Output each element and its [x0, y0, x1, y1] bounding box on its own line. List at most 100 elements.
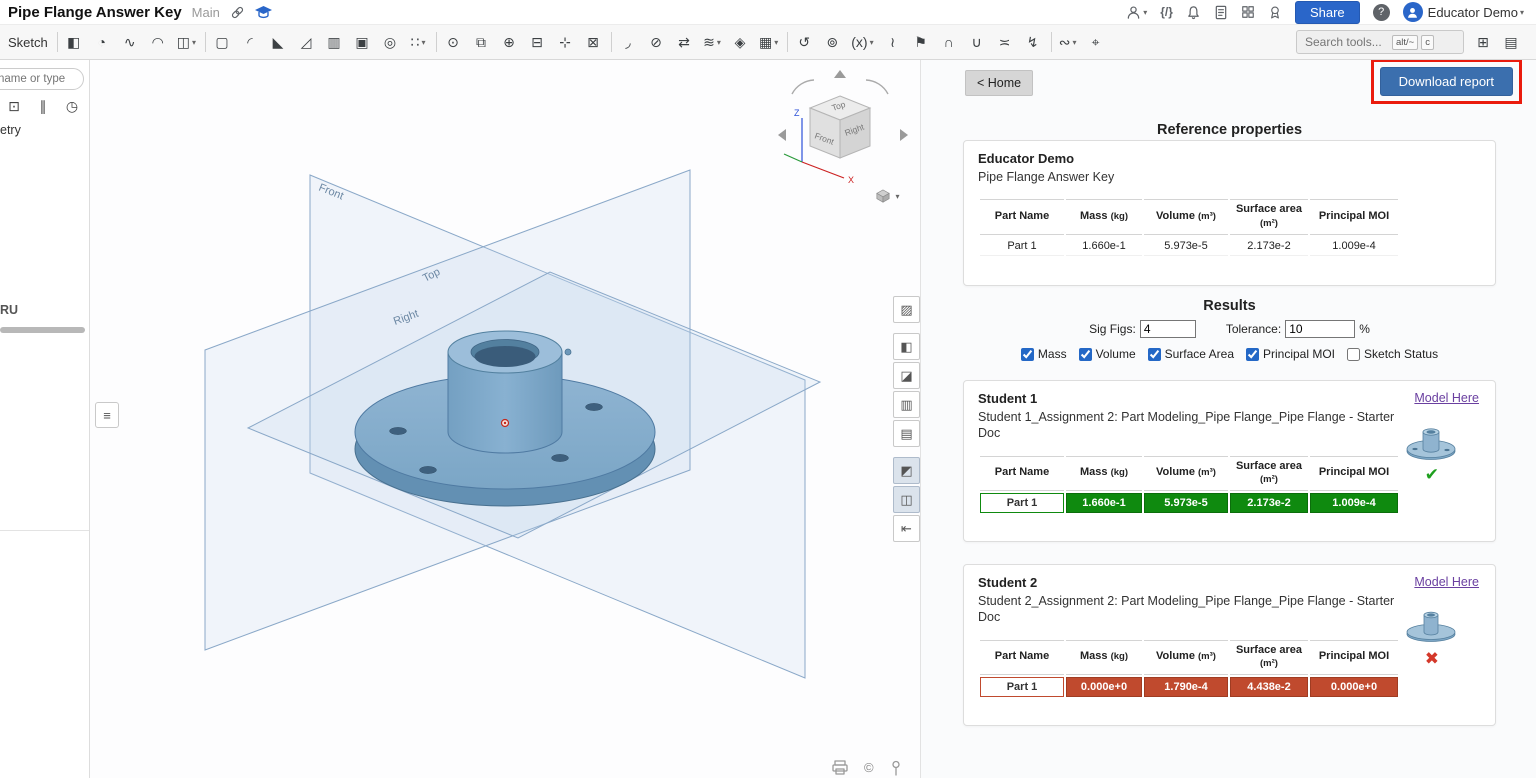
report-icon[interactable] — [1214, 5, 1228, 20]
draft-icon[interactable]: ◿ — [295, 29, 317, 55]
routing-curve-icon[interactable]: ↯ — [1022, 29, 1044, 55]
model-here-link[interactable]: Model Here — [1414, 391, 1479, 405]
principal-moi-checkbox-input[interactable] — [1246, 348, 1259, 361]
linear-pattern-icon[interactable]: ∷▾ — [407, 29, 429, 55]
point-icon[interactable]: ⊚ — [821, 29, 843, 55]
loft-icon[interactable]: ◠ — [147, 29, 169, 55]
offset-surface-icon[interactable]: ≋▾ — [701, 29, 723, 55]
model-here-link[interactable]: Model Here — [1414, 575, 1479, 589]
bolt-hole[interactable] — [552, 454, 569, 461]
named-views-icon[interactable]: ◧ — [893, 333, 920, 360]
link-icon[interactable] — [230, 5, 245, 20]
dropdown-caret-icon[interactable]: ▾ — [1072, 38, 1076, 47]
apps-grid-icon[interactable]: ⊞ — [1472, 29, 1494, 55]
dropdown-caret-icon[interactable]: ▾ — [717, 38, 721, 47]
bolt-hole[interactable] — [586, 403, 603, 410]
intersection-curve-icon[interactable]: ∪ — [966, 29, 988, 55]
sketch-status-checkbox-input[interactable] — [1347, 348, 1360, 361]
volume-checkbox-input[interactable] — [1079, 348, 1092, 361]
horizontal-scrollbar[interactable] — [0, 327, 85, 333]
dropdown-caret-icon[interactable]: ▾ — [870, 38, 874, 47]
download-report-button[interactable]: Download report — [1380, 67, 1513, 96]
surface-area-checkbox[interactable]: Surface Area — [1148, 347, 1234, 361]
split-icon[interactable]: ⊟ — [526, 29, 548, 55]
transform-icon[interactable]: ⊹ — [554, 29, 576, 55]
view-cube[interactable]: Top Front Right Z X — [770, 68, 910, 188]
apps-icon[interactable] — [1241, 5, 1255, 19]
rotate-up-arrow-icon[interactable] — [834, 70, 846, 78]
pin-icon[interactable] — [890, 760, 902, 776]
compare-models-icon[interactable]: ◩ — [893, 457, 920, 484]
display-options-icon[interactable]: ▥ — [893, 391, 920, 418]
admin-tools-icon[interactable]: ▾ — [1126, 5, 1147, 20]
tolerance-input[interactable] — [1285, 320, 1355, 338]
featurescript-icon[interactable]: {/} — [1160, 5, 1173, 19]
rotate-left-arrow-icon[interactable] — [778, 129, 786, 141]
mirror-icon[interactable]: ⧉ — [470, 29, 492, 55]
variable-icon[interactable]: (x)▾ — [849, 29, 875, 55]
feature-filter-input[interactable] — [0, 68, 84, 90]
bolt-hole[interactable] — [420, 466, 437, 473]
user-menu[interactable]: Educator Demo ▾ — [1403, 2, 1524, 22]
composite-curve-icon[interactable]: ∾▾ — [1057, 29, 1079, 55]
view-options-button[interactable]: ▾ — [870, 185, 906, 207]
revolve-icon[interactable]: ◔ — [91, 29, 113, 55]
thicken-icon[interactable]: ◫▾ — [175, 29, 198, 55]
home-button[interactable]: < Home — [965, 70, 1033, 96]
roll-ccw-arrow-icon[interactable] — [792, 80, 814, 94]
hole-icon[interactable]: ◎ — [379, 29, 401, 55]
move-face-icon[interactable]: ⇄ — [673, 29, 695, 55]
shell-icon[interactable]: ▣ — [351, 29, 373, 55]
appearance-panel-icon[interactable]: ▨ — [893, 296, 920, 323]
projected-curve-icon[interactable]: ∩ — [938, 29, 960, 55]
chamfer-icon[interactable]: ◣ — [267, 29, 289, 55]
roll-cw-arrow-icon[interactable] — [866, 80, 888, 94]
sig-figs-input[interactable] — [1140, 320, 1196, 338]
mass-checkbox-input[interactable] — [1021, 348, 1034, 361]
printer-icon[interactable] — [832, 760, 848, 775]
helix-icon[interactable]: ↺ — [793, 29, 815, 55]
dropdown-caret-icon[interactable]: ▾ — [1520, 8, 1524, 17]
sketch-status-checkbox[interactable]: Sketch Status — [1347, 347, 1438, 361]
rotate-right-arrow-icon[interactable] — [900, 129, 908, 141]
feature-list-flyout-button[interactable]: ≡ — [95, 402, 119, 428]
section-view-icon[interactable]: ◪ — [893, 362, 920, 389]
dropdown-caret-icon[interactable]: ▾ — [192, 38, 196, 47]
boundary-surface-icon[interactable]: ◈ — [729, 29, 751, 55]
workspace-label[interactable]: Main — [192, 5, 220, 20]
tag-icon[interactable]: ⚑ — [910, 29, 932, 55]
fill-surface-icon[interactable]: ▦▾ — [757, 29, 780, 55]
dropdown-caret-icon[interactable]: ▾ — [421, 38, 425, 47]
mass-checkbox[interactable]: Mass — [1021, 347, 1067, 361]
dropdown-caret-icon[interactable]: ▾ — [895, 192, 899, 201]
delete-face-icon[interactable]: ⊘ — [645, 29, 667, 55]
boolean-icon[interactable]: ⊕ — [498, 29, 520, 55]
rib-icon[interactable]: ▥ — [323, 29, 345, 55]
filter-icon[interactable]: ⊡ — [6, 98, 22, 115]
feature-tree-partial-label[interactable]: etry — [0, 123, 21, 137]
sketch-button[interactable]: Sketch — [8, 35, 48, 50]
delete-part-icon[interactable]: ⊠ — [582, 29, 604, 55]
notifications-icon[interactable] — [1186, 5, 1201, 20]
enclose-icon[interactable]: ▢ — [211, 29, 233, 55]
help-button[interactable]: ? — [1373, 4, 1390, 21]
pause-icon[interactable]: ∥ — [35, 98, 51, 115]
history-icon[interactable]: ◷ — [64, 98, 80, 115]
dropdown-caret-icon[interactable]: ▾ — [774, 38, 778, 47]
search-tools[interactable]: alt/~ c — [1296, 30, 1464, 54]
origin-point[interactable] — [502, 420, 509, 427]
collapse-panel-icon[interactable]: ⇤ — [893, 515, 920, 542]
principal-moi-checkbox[interactable]: Principal MOI — [1246, 347, 1335, 361]
bridging-curve-icon[interactable]: ≀ — [882, 29, 904, 55]
mass-properties-icon[interactable]: ▤ — [893, 420, 920, 447]
origin-frame-icon[interactable]: ⌖ — [1085, 29, 1107, 55]
dropdown-caret-icon[interactable]: ▾ — [1143, 8, 1147, 17]
volume-checkbox[interactable]: Volume — [1079, 347, 1136, 361]
clipboard-icon[interactable]: ▤ — [1500, 29, 1522, 55]
search-tools-input[interactable] — [1303, 34, 1389, 50]
feature-tree-partial-label-2[interactable]: RU — [0, 303, 18, 317]
overlay-models-icon[interactable]: ◫ — [893, 486, 920, 513]
graphics-viewport[interactable]: Front Top Right — [90, 60, 920, 778]
modify-fillet-icon[interactable]: ◞ — [617, 29, 639, 55]
copyright-icon[interactable]: © — [864, 760, 874, 775]
